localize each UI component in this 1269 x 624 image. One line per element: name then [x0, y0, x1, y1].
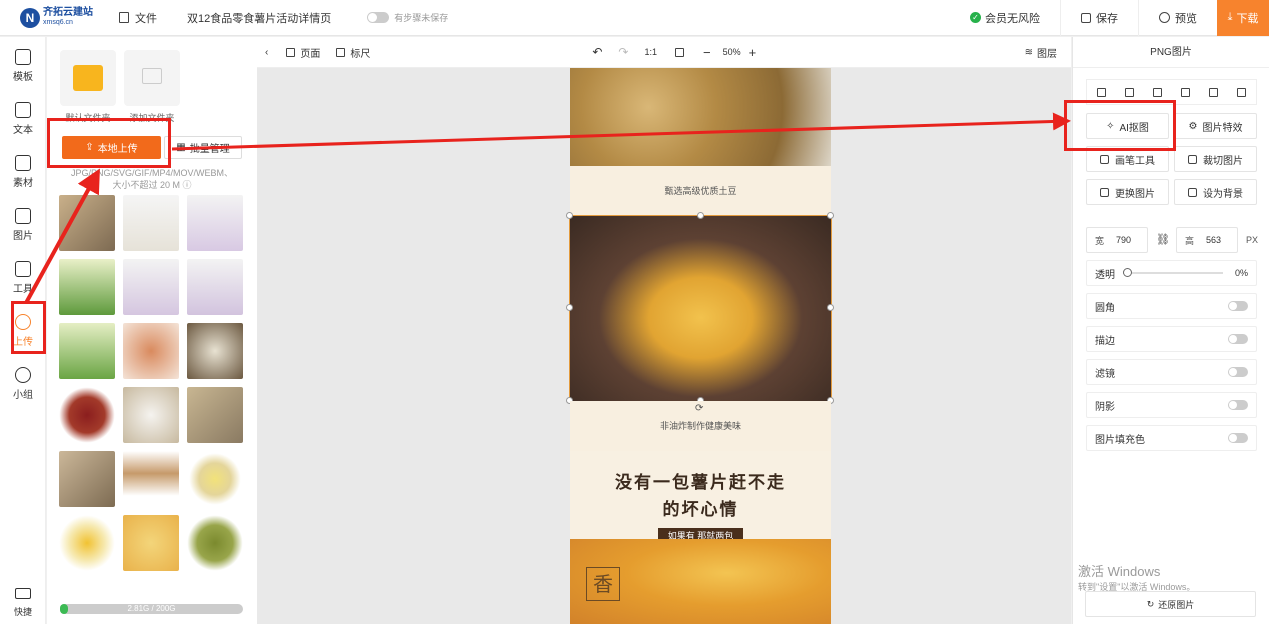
annotation-arrows — [24, 112, 1071, 304]
annotation-arrow — [24, 168, 100, 304]
annotation-arrow — [171, 112, 1071, 151]
